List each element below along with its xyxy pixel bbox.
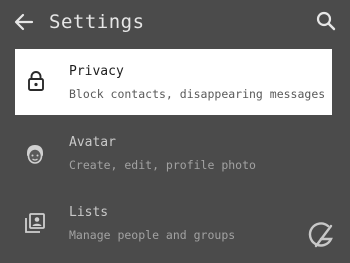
lock-icon xyxy=(24,69,48,93)
search-button[interactable] xyxy=(314,9,338,33)
settings-item-title: Lists xyxy=(69,205,109,220)
settings-item-lists[interactable]: Lists Manage people and groups xyxy=(0,192,350,262)
settings-item-title: Avatar xyxy=(69,135,116,150)
back-button[interactable] xyxy=(12,10,36,34)
settings-item-privacy[interactable]: Privacy Block contacts, disappearing mes… xyxy=(15,49,332,115)
arrow-left-icon xyxy=(14,13,34,31)
settings-item-subtitle: Block contacts, disappearing messages xyxy=(69,87,326,101)
contact-list-icon xyxy=(23,211,47,235)
settings-item-subtitle: Manage people and groups xyxy=(69,228,236,242)
page-title: Settings xyxy=(49,11,145,33)
watermark-logo-icon xyxy=(304,220,338,250)
app-bar: Settings xyxy=(0,0,350,44)
settings-item-subtitle: Create, edit, profile photo xyxy=(69,158,256,172)
settings-item-avatar[interactable]: Avatar Create, edit, profile photo xyxy=(0,122,350,192)
settings-item-title: Privacy xyxy=(69,64,124,79)
search-icon xyxy=(316,11,336,31)
avatar-face-icon xyxy=(23,142,47,166)
